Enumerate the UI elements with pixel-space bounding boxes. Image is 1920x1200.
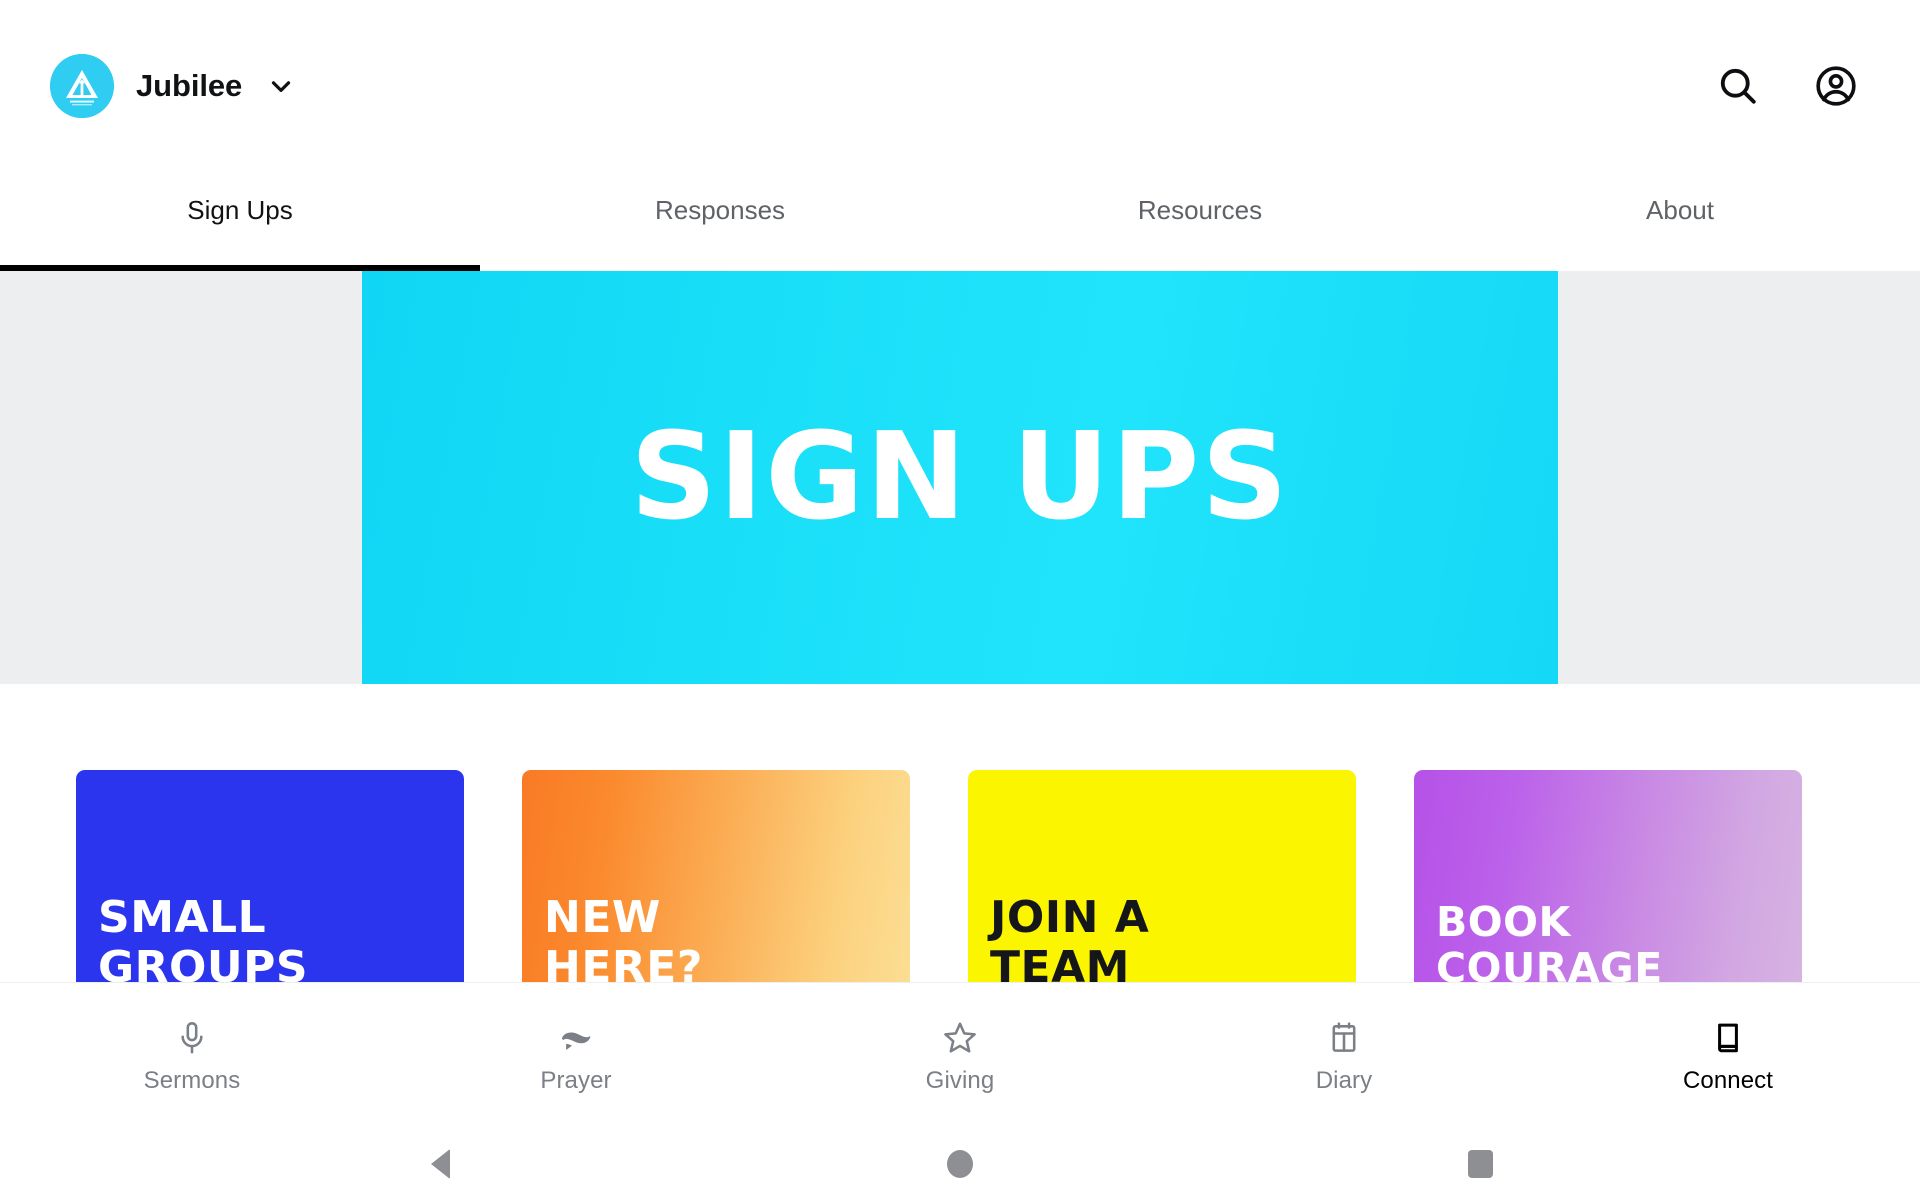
sign-up-cards-section: SMALL GROUPS NEW HERE? JOIN A TEAM BOOK … [0, 684, 1920, 998]
bottom-nav-label: Prayer [540, 1067, 612, 1094]
book-icon [1708, 1018, 1748, 1058]
bottom-nav-item-prayer[interactable]: Prayer [384, 1018, 768, 1093]
app-root: Jubilee Sign Ups Responses Resources Abo… [0, 0, 1920, 1200]
card-join-a-team[interactable]: JOIN A TEAM [968, 770, 1356, 998]
bottom-nav-item-connect[interactable]: Connect [1536, 1018, 1920, 1093]
tab-about[interactable]: About [1440, 172, 1920, 271]
sign-up-cards-row[interactable]: SMALL GROUPS NEW HERE? JOIN A TEAM BOOK … [0, 770, 1920, 998]
calendar-icon [1324, 1018, 1364, 1058]
bottom-navigation-bar: Sermons Prayer Giving Diary Connect [0, 982, 1920, 1128]
card-book-courage[interactable]: BOOK COURAGE [1414, 770, 1802, 998]
tab-responses[interactable]: Responses [480, 172, 960, 271]
tab-resources[interactable]: Resources [960, 172, 1440, 271]
hero-band: SIGN UPS [0, 271, 1920, 684]
microphone-icon [172, 1018, 212, 1058]
android-home-icon[interactable] [930, 1134, 990, 1194]
bottom-nav-item-diary[interactable]: Diary [1152, 1018, 1536, 1093]
hero-title: SIGN UPS [630, 407, 1290, 547]
android-system-nav-bar [0, 1128, 1920, 1200]
card-small-groups[interactable]: SMALL GROUPS [76, 770, 464, 998]
tab-label: About [1646, 195, 1714, 225]
star-outline-icon [940, 1018, 980, 1058]
chevron-down-icon[interactable] [266, 71, 296, 101]
bottom-nav-label: Giving [925, 1067, 995, 1094]
bottom-nav-label: Diary [1315, 1067, 1373, 1094]
brand-selector[interactable]: Jubilee [50, 54, 296, 118]
tab-label: Sign Ups [187, 195, 293, 225]
top-app-bar: Jubilee [0, 0, 1920, 172]
bottom-nav-item-sermons[interactable]: Sermons [0, 1018, 384, 1093]
tab-label: Resources [1137, 195, 1263, 225]
search-icon[interactable] [1714, 62, 1762, 110]
brand-name: Jubilee [136, 68, 243, 103]
content-scroll-area[interactable]: SIGN UPS SMALL GROUPS NEW HERE? JOIN A T… [0, 271, 1920, 1128]
card-new-here[interactable]: NEW HERE? [522, 770, 910, 998]
tab-label: Responses [654, 195, 786, 225]
bottom-nav-label: Connect [1682, 1067, 1774, 1094]
bottom-nav-label: Sermons [143, 1067, 241, 1094]
appbar-actions [1714, 62, 1874, 110]
praying-hands-icon [556, 1018, 596, 1058]
bottom-nav-item-giving[interactable]: Giving [768, 1018, 1152, 1093]
account-circle-icon[interactable] [1812, 62, 1860, 110]
android-back-icon[interactable] [410, 1134, 470, 1194]
android-recents-icon[interactable] [1450, 1134, 1510, 1194]
hero-banner-sign-ups[interactable]: SIGN UPS [362, 271, 1558, 684]
tab-bar: Sign Ups Responses Resources About [0, 172, 1920, 271]
jubilee-triangle-logo-icon [50, 54, 114, 118]
tab-sign-ups[interactable]: Sign Ups [0, 172, 480, 271]
